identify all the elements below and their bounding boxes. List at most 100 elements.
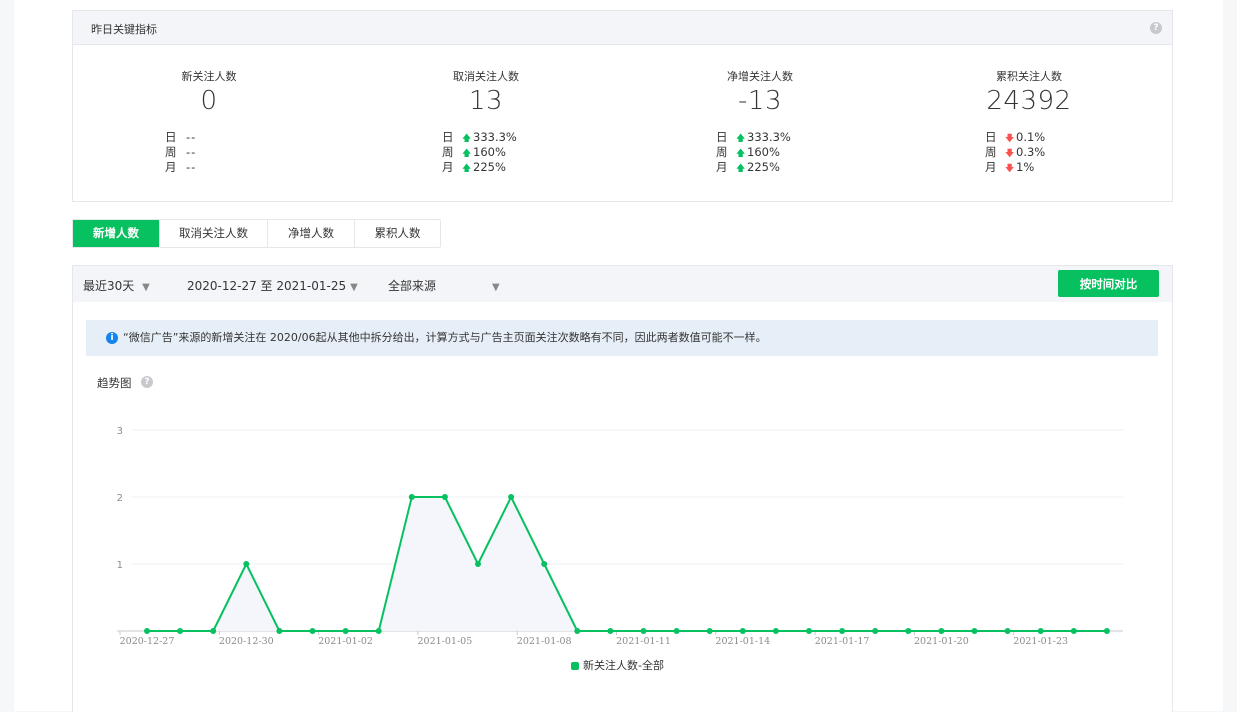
change-value: 333.3% <box>747 130 791 144</box>
data-point <box>276 628 283 634</box>
change-row-month: 月 🡅 225% <box>442 160 517 175</box>
data-point <box>243 561 250 567</box>
data-point <box>210 628 217 634</box>
period-label: 月 <box>165 160 177 174</box>
page: 昨日关键指标 ? 新关注人数 0 日 -- 周 -- 月 -- 取消关注人数 13 日… <box>14 0 1223 712</box>
metric-value: 13 <box>468 86 504 116</box>
tab-net-followers[interactable]: 净增人数 <box>268 220 355 247</box>
change-value: -- <box>186 160 197 174</box>
period-label: 日 <box>716 130 728 144</box>
key-metrics-card: 昨日关键指标 ? 新关注人数 0 日 -- 周 -- 月 -- 取消关注人数 13 日… <box>72 10 1173 202</box>
metric-value: 24392 <box>986 86 1072 116</box>
x-tick-label: 2021-01-20 <box>914 636 969 647</box>
trend-chart: 1 2 3 2020-12-27 2020-12-30 2021-01-02 2021-01… <box>117 426 1123 647</box>
help-icon[interactable]: ? <box>1150 22 1162 34</box>
metric-change-rows: 日 -- 周 -- 月 -- <box>165 130 196 175</box>
change-value: 0.3% <box>1016 145 1046 159</box>
x-tick-label: 2021-01-02 <box>318 636 373 647</box>
metric-net-followers: 净增关注人数 -13 日 🡅 333.3% 周 🡅 160% 月 🡅 225% <box>685 44 835 200</box>
key-metrics-header: 昨日关键指标 ? <box>73 11 1172 45</box>
period-label: 日 <box>165 130 177 144</box>
data-point <box>971 628 978 634</box>
data-point <box>144 628 150 634</box>
legend-swatch-icon <box>571 662 579 670</box>
change-row-day: 日 🡅 333.3% <box>442 130 517 145</box>
change-value: -- <box>186 145 197 159</box>
metric-label: 新关注人数 <box>181 70 237 83</box>
data-point <box>1037 628 1044 634</box>
y-tick-label: 1 <box>117 560 123 571</box>
change-value: -- <box>186 130 197 144</box>
data-point <box>772 628 779 634</box>
x-tick-label: 2020-12-27 <box>120 636 175 647</box>
data-point <box>475 561 481 567</box>
metric-tabs: 新增人数 取消关注人数 净增人数 累积人数 <box>72 219 441 248</box>
data-point <box>441 494 448 500</box>
legend-label: 新关注人数-全部 <box>583 659 664 672</box>
metric-change-rows: 日 🡅 333.3% 周 🡅 160% 月 🡅 225% <box>442 130 517 175</box>
period-label: 周 <box>985 145 997 159</box>
data-point <box>342 628 349 634</box>
x-tick-label: 2021-01-11 <box>616 636 671 647</box>
tab-total-followers[interactable]: 累积人数 <box>355 220 440 247</box>
key-metrics-title: 昨日关键指标 <box>91 23 157 36</box>
change-value: 225% <box>473 160 506 174</box>
x-tick-label: 2021-01-23 <box>1013 636 1068 647</box>
metric-value: 0 <box>200 86 218 116</box>
metric-change-rows: 日 🡅 333.3% 周 🡅 160% 月 🡅 225% <box>716 130 791 175</box>
period-label: 日 <box>985 130 997 144</box>
data-point <box>408 494 415 500</box>
change-row-day: 日 -- <box>165 130 196 145</box>
x-tick-label: 2021-01-08 <box>517 636 572 647</box>
data-point <box>938 628 945 634</box>
trend-panel: 最近30天 ▼ 2020-12-27 至 2021-01-25 ▼ 全部来源 ▼ 按… <box>72 265 1173 712</box>
data-point <box>574 628 581 634</box>
data-point <box>607 628 614 634</box>
arrow-down-icon: 🡇 <box>1005 164 1015 174</box>
period-label: 周 <box>442 145 454 159</box>
data-point <box>177 628 184 634</box>
tab-unfollows[interactable]: 取消关注人数 <box>160 220 268 247</box>
data-point <box>640 628 647 634</box>
change-value: 1% <box>1016 160 1035 174</box>
change-row-week: 周 -- <box>165 145 196 160</box>
metric-label: 累积关注人数 <box>996 70 1062 83</box>
change-value: 333.3% <box>473 130 517 144</box>
metric-new-followers: 新关注人数 0 日 -- 周 -- 月 -- <box>134 44 284 200</box>
data-point <box>739 628 746 634</box>
change-row-week: 周 🡇 0.3% <box>985 145 1045 160</box>
data-point <box>905 628 912 634</box>
change-value: 0.1% <box>1016 130 1046 144</box>
metric-value: -13 <box>738 86 782 116</box>
metric-label: 取消关注人数 <box>453 70 519 83</box>
data-point <box>839 628 846 634</box>
metric-total-followers: 累积关注人数 24392 日 🡇 0.1% 周 🡇 0.3% 月 🡇 1% <box>954 44 1104 200</box>
data-point <box>541 561 548 567</box>
data-point <box>508 494 515 500</box>
change-row-month: 月 -- <box>165 160 196 175</box>
data-point <box>375 628 382 634</box>
x-tick-label: 2020-12-30 <box>219 636 274 647</box>
chart-legend[interactable]: 新关注人数-全部 <box>571 657 664 673</box>
change-value: 160% <box>747 145 780 159</box>
metric-label: 净增关注人数 <box>727 70 793 83</box>
data-point <box>1103 628 1110 634</box>
period-label: 月 <box>985 160 997 174</box>
arrow-up-icon: 🡅 <box>462 164 472 174</box>
change-value: 225% <box>747 160 780 174</box>
change-row-week: 周 🡅 160% <box>442 145 517 160</box>
y-tick-label: 3 <box>117 426 123 437</box>
metric-change-rows: 日 🡇 0.1% 周 🡇 0.3% 月 🡇 1% <box>985 130 1045 175</box>
metric-unfollows: 取消关注人数 13 日 🡅 333.3% 周 🡅 160% 月 🡅 225% <box>411 44 561 200</box>
x-tick-label: 2021-01-05 <box>418 636 473 647</box>
change-row-month: 月 🡅 225% <box>716 160 791 175</box>
period-label: 日 <box>442 130 454 144</box>
period-label: 周 <box>165 145 177 159</box>
change-row-month: 月 🡇 1% <box>985 160 1045 175</box>
change-row-week: 周 🡅 160% <box>716 145 791 160</box>
change-row-day: 日 🡅 333.3% <box>716 130 791 145</box>
data-point <box>1070 628 1077 634</box>
data-point <box>872 628 879 634</box>
period-label: 月 <box>442 160 454 174</box>
tab-new-followers[interactable]: 新增人数 <box>73 220 160 247</box>
